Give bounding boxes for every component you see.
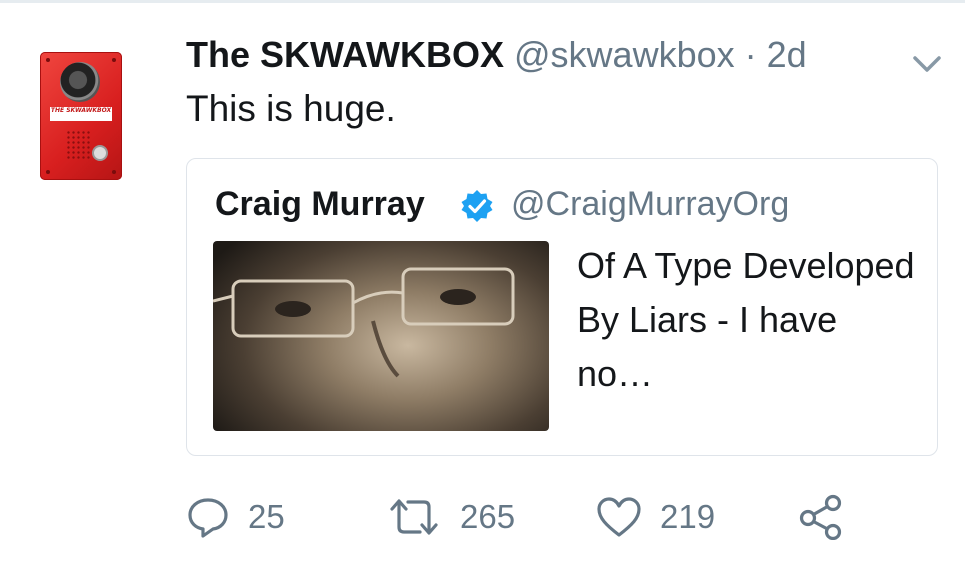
avatar[interactable]: THE SKWAWKBOX	[40, 52, 122, 180]
avatar-screw	[112, 58, 116, 62]
separator: ·	[744, 34, 757, 75]
reply-count: 25	[248, 498, 285, 535]
quoted-link-image	[213, 241, 549, 431]
glasses-photo-illustration	[213, 267, 515, 378]
timestamp[interactable]: 2d	[767, 34, 807, 75]
retweet-button[interactable]: 265	[386, 492, 515, 542]
quoted-handle: @CraigMurrayOrg	[511, 185, 790, 223]
like-count: 219	[660, 498, 716, 535]
tweet-header: The SKWAWKBOX @skwawkbox · 2d	[186, 34, 807, 84]
reply-icon	[188, 498, 228, 538]
chevron-down-icon[interactable]	[907, 52, 947, 76]
like-icon	[597, 497, 641, 537]
share-icon	[799, 494, 842, 540]
avatar-speaker-grille	[66, 130, 92, 160]
quoted-tweet[interactable]: Craig Murray @CraigMurrayOrg Of A Type D…	[186, 158, 938, 456]
display-name[interactable]: The SKWAWKBOX	[186, 34, 504, 75]
avatar-camera	[60, 62, 100, 102]
user-handle[interactable]: @skwawkbox · 2d	[514, 34, 807, 75]
retweet-icon	[390, 499, 438, 535]
avatar-screw	[46, 58, 50, 62]
share-button[interactable]	[798, 492, 844, 542]
quoted-link-title: Of A Type Developed By Liars - I have no…	[577, 245, 915, 394]
handle-text: @skwawkbox	[514, 34, 735, 75]
avatar-button	[92, 145, 108, 161]
verified-badge-icon	[461, 190, 493, 222]
reply-button[interactable]: 25	[186, 492, 285, 542]
avatar-screw	[112, 170, 116, 174]
avatar-screw	[46, 170, 50, 174]
top-divider	[0, 0, 965, 3]
tweet-text: This is huge.	[186, 88, 396, 129]
avatar-logo-text: THE SKWAWKBOX	[50, 107, 112, 121]
quoted-display-name: Craig Murray	[215, 185, 425, 223]
action-bar: 25 265 219	[186, 492, 866, 542]
like-button[interactable]: 219	[596, 492, 715, 542]
retweet-count: 265	[460, 498, 516, 535]
